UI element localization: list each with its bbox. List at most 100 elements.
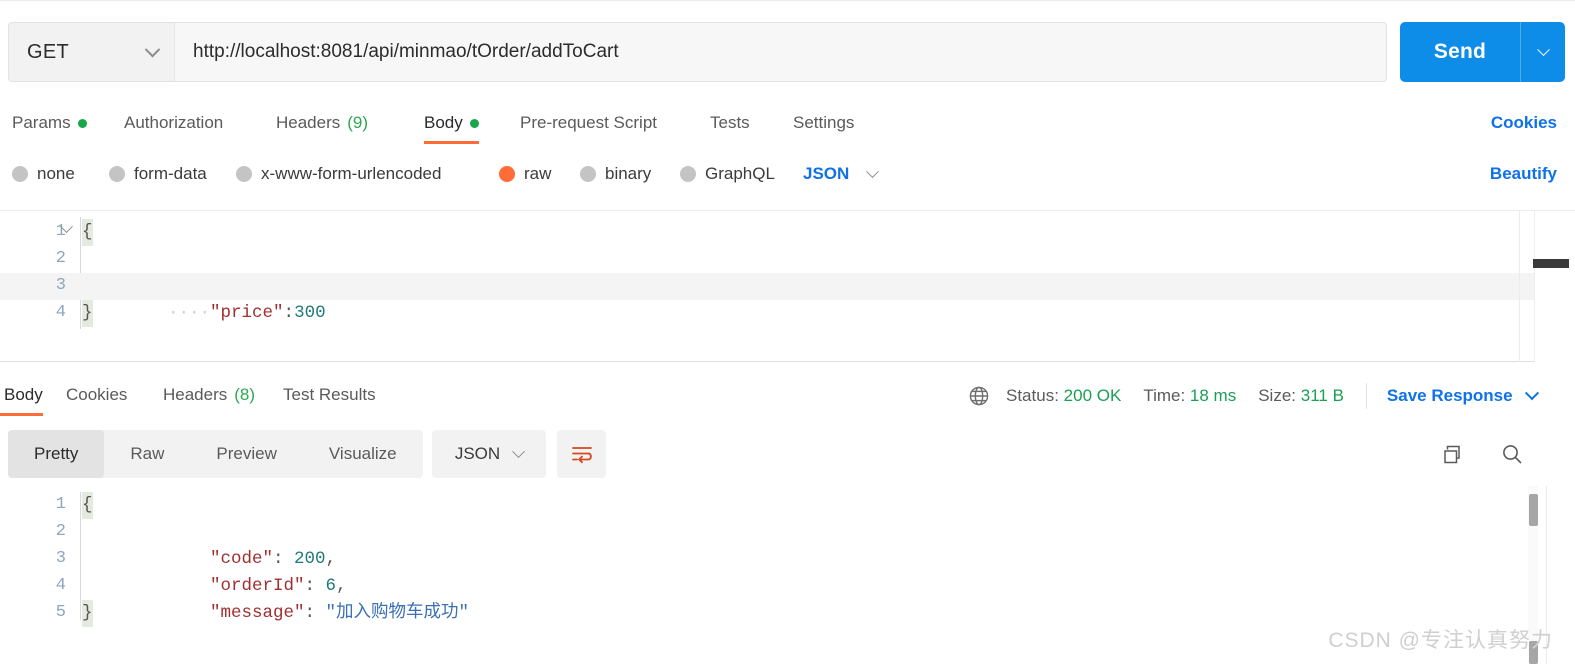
raw-format-dropdown[interactable]: JSON	[803, 155, 880, 193]
line-number: 3	[55, 549, 66, 568]
tab-settings-label: Settings	[793, 113, 855, 132]
chevron-down-icon	[144, 41, 161, 57]
response-tab-body[interactable]: Body	[0, 374, 43, 416]
body-type-graphql[interactable]: GraphQL	[680, 155, 775, 193]
request-editor-scroll-track[interactable]	[1534, 211, 1575, 362]
body-type-none[interactable]: none	[12, 155, 75, 193]
editor-right-divider	[1519, 211, 1520, 362]
line-number: 2	[55, 522, 66, 541]
body-type-urlencoded[interactable]: x-www-form-urlencoded	[236, 155, 441, 193]
status-divider	[1365, 383, 1367, 409]
body-type-raw-label: raw	[524, 164, 552, 183]
tab-params-label: Params	[12, 113, 71, 132]
response-tab-headers-label: Headers	[163, 385, 228, 404]
status-code-group: Status: 200 OK	[1006, 386, 1121, 406]
view-mode-visualize[interactable]: Visualize	[303, 430, 423, 478]
size-group: Size: 311 B	[1258, 386, 1344, 406]
line-number: 3	[55, 276, 66, 295]
beautify-link[interactable]: Beautify	[1490, 155, 1557, 193]
search-button[interactable]	[1490, 430, 1534, 478]
postman-window: GET http://localhost:8081/api/minmao/tOr…	[0, 0, 1575, 664]
tab-params[interactable]: Params	[12, 102, 87, 144]
copy-button[interactable]	[1430, 430, 1474, 478]
response-line-5: 5 }	[0, 600, 1575, 627]
response-line-2: 2 "code": 200,	[0, 519, 1575, 569]
radio-icon[interactable]	[12, 166, 28, 182]
request-url-input[interactable]: http://localhost:8081/api/minmao/tOrder/…	[174, 22, 1387, 82]
response-code: {	[82, 492, 93, 519]
view-mode-pretty[interactable]: Pretty	[8, 430, 105, 478]
response-code: }	[82, 600, 93, 627]
response-format-label: JSON	[454, 444, 501, 463]
body-type-selector: none form-data x-www-form-urlencoded raw…	[0, 155, 1575, 193]
editor-line-3: 3 ····"price":300	[0, 273, 1575, 323]
response-format-dropdown[interactable]: JSON	[432, 430, 546, 478]
radio-icon[interactable]	[580, 166, 596, 182]
beautify-link-label: Beautify	[1489, 164, 1557, 183]
http-method-label: GET	[27, 40, 70, 63]
editor-line-2: 2 ····"issueId":42,	[0, 246, 1575, 296]
chevron-down-icon	[1524, 386, 1539, 401]
line-number: 4	[55, 303, 66, 322]
wrap-lines-button[interactable]	[557, 430, 606, 478]
watermark: CSDN @专注认真努力	[1328, 629, 1553, 652]
line-number: 4	[55, 576, 66, 595]
tab-body[interactable]: Body	[424, 102, 479, 144]
radio-icon-selected[interactable]	[499, 166, 515, 182]
cookies-link-label: Cookies	[1490, 113, 1557, 132]
response-tab-cookies[interactable]: Cookies	[66, 374, 127, 416]
tab-tests[interactable]: Tests	[710, 102, 750, 144]
unsaved-dot-icon	[77, 118, 87, 128]
view-mode-preview[interactable]: Preview	[190, 430, 302, 478]
tab-authorization[interactable]: Authorization	[124, 102, 223, 144]
tab-settings[interactable]: Settings	[793, 102, 854, 144]
body-type-graphql-label: GraphQL	[705, 164, 775, 183]
request-url-text: http://localhost:8081/api/minmao/tOrder/…	[193, 41, 619, 62]
response-tab-cookies-label: Cookies	[66, 385, 128, 404]
response-scrollbar-thumb[interactable]	[1529, 494, 1538, 526]
chevron-down-icon	[1536, 42, 1550, 56]
active-tab-underline	[0, 413, 43, 416]
chevron-down-icon	[866, 164, 880, 178]
send-options-button[interactable]	[1521, 42, 1565, 57]
editor-code: }	[82, 300, 93, 327]
response-tab-body-label: Body	[4, 385, 43, 404]
save-response-button[interactable]: Save Response	[1387, 386, 1539, 406]
response-tab-headers[interactable]: Headers (8)	[163, 374, 255, 416]
time-group: Time: 18 ms	[1143, 386, 1236, 406]
radio-icon[interactable]	[109, 166, 125, 182]
body-type-binary-label: binary	[605, 164, 652, 183]
request-editor-scrollbar-thumb[interactable]	[1533, 259, 1569, 268]
editor-line-1: 1 {	[0, 219, 1575, 246]
send-button-group[interactable]: Send	[1400, 22, 1565, 82]
tab-pre-request-script[interactable]: Pre-request Script	[520, 102, 657, 144]
unsaved-dot-icon	[469, 118, 479, 128]
tab-authorization-label: Authorization	[124, 113, 224, 132]
top-divider	[0, 0, 1575, 1]
body-type-form-data[interactable]: form-data	[109, 155, 207, 193]
response-line-1: 1 {	[0, 492, 1575, 519]
response-view-mode-group: Pretty Raw Preview Visualize	[8, 430, 423, 478]
body-type-raw[interactable]: raw	[499, 155, 551, 193]
chevron-down-icon	[512, 444, 526, 458]
body-type-binary[interactable]: binary	[580, 155, 651, 193]
raw-format-label: JSON	[803, 164, 850, 183]
cookies-link[interactable]: Cookies	[1491, 102, 1557, 144]
response-line-4: 4 "message": "加入购物车成功"	[0, 573, 1575, 623]
status-label: Status:	[1006, 386, 1059, 405]
tab-headers-label: Headers	[276, 113, 341, 132]
radio-icon[interactable]	[236, 166, 252, 182]
radio-icon[interactable]	[680, 166, 696, 182]
send-button[interactable]: Send	[1400, 40, 1520, 64]
view-mode-raw[interactable]: Raw	[104, 430, 190, 478]
line-number: 1	[55, 495, 66, 514]
body-type-none-label: none	[37, 164, 75, 183]
fold-toggle-icon[interactable]	[60, 220, 73, 239]
request-body-editor[interactable]: 1 { 2 ····"issueId":42, 3 ····"price":30…	[0, 210, 1575, 362]
response-tab-test-results[interactable]: Test Results	[283, 374, 376, 416]
time-label: Time:	[1143, 386, 1186, 405]
tab-headers[interactable]: Headers (9)	[276, 102, 368, 144]
size-label: Size:	[1258, 386, 1297, 405]
request-tabs: Params Authorization Headers (9) Body Pr…	[0, 102, 1575, 144]
http-method-dropdown[interactable]: GET	[8, 22, 174, 82]
